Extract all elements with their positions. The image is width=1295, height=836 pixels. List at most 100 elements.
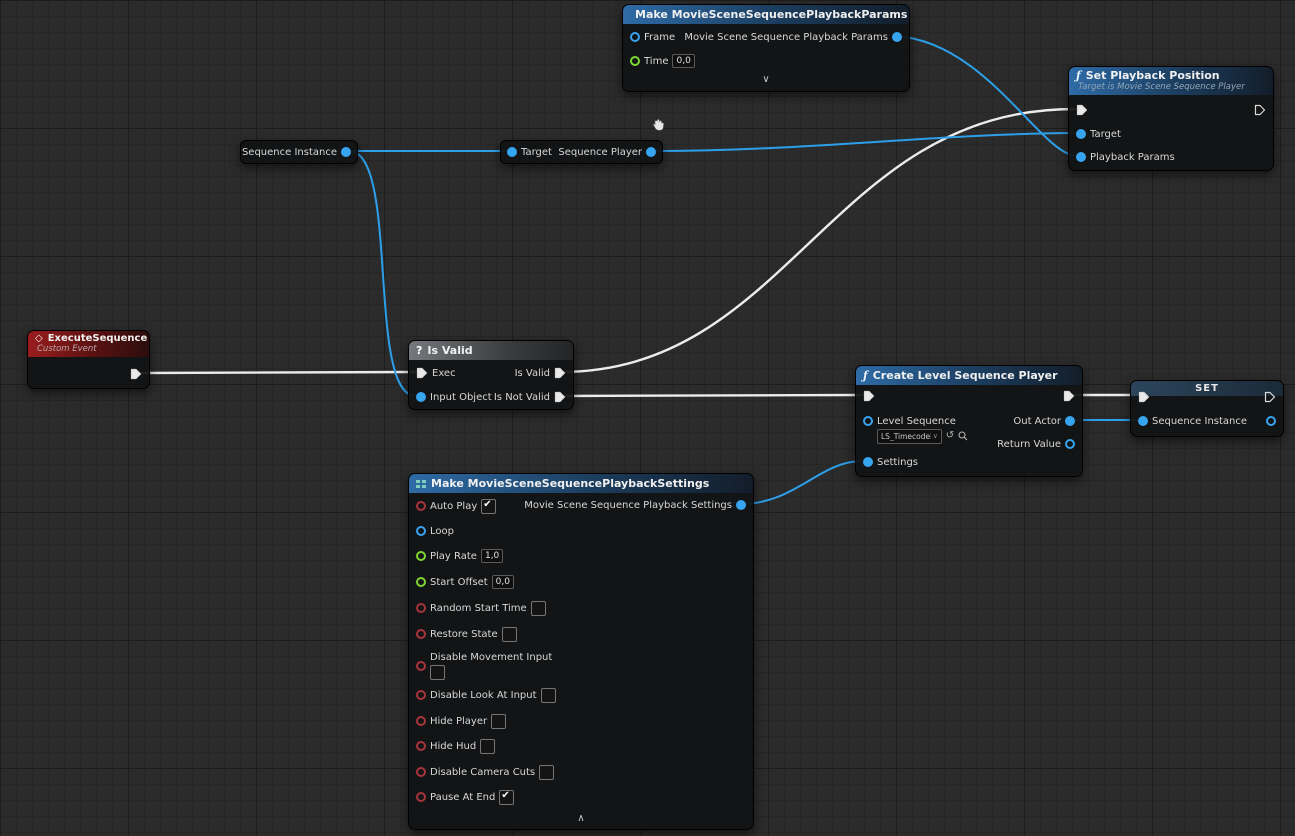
node-set-sequence-instance[interactable]: SET Sequence Instance (1130, 380, 1284, 437)
disable-look-at-input-checkbox[interactable] (541, 688, 556, 703)
browse-asset-icon[interactable] (958, 431, 968, 441)
loop-label: Loop (430, 526, 454, 537)
sequence-instance-label: Sequence Instance (1152, 416, 1247, 427)
asset-name: LS_TimecodePr (881, 432, 931, 441)
start-offset-pin[interactable] (416, 577, 426, 587)
wire-exec-event-to-isvalid[interactable] (139, 372, 416, 373)
node-execute-sequence-event[interactable]: ◇ ExecuteSequence Custom Event (27, 330, 150, 389)
node-get-sequence-instance[interactable]: Sequence Instance (240, 140, 358, 164)
pause-at-end-label: Pause At End (430, 792, 495, 803)
playback-settings-out-pin[interactable] (736, 500, 746, 510)
disable-movement-input-checkbox[interactable] (430, 665, 445, 680)
sequence-instance-in-pin[interactable] (1138, 416, 1148, 426)
disable-look-at-input-pin[interactable] (416, 690, 426, 700)
exec-in-pin[interactable] (1076, 104, 1088, 116)
disable-camera-cuts-pin[interactable] (416, 767, 426, 777)
node-set-playback-position[interactable]: ƒ Set Playback Position Target is Movie … (1068, 66, 1274, 171)
out-actor-pin[interactable] (1065, 416, 1075, 426)
exec-out-pin[interactable] (130, 368, 142, 380)
set-output-pin[interactable] (1266, 416, 1276, 426)
collapse-chevron-icon[interactable]: ∨ (623, 75, 909, 85)
pause-at-end-pin[interactable] (416, 792, 426, 802)
is-not-valid-exec-out-pin[interactable] (554, 391, 566, 403)
wire-seqplayer-to-target[interactable] (651, 133, 1075, 151)
random-start-time-checkbox[interactable] (531, 601, 546, 616)
exec-out-pin[interactable] (1264, 391, 1276, 403)
restore-state-label: Restore State (430, 629, 498, 640)
random-start-time-pin[interactable] (416, 603, 426, 613)
time-pin[interactable] (630, 56, 640, 66)
frame-pin[interactable] (630, 32, 640, 42)
hide-hud-checkbox[interactable] (480, 739, 495, 754)
play-rate-label: Play Rate (430, 551, 477, 562)
variable-label: Sequence Instance (242, 147, 337, 158)
node-get-sequence-player[interactable]: Target Sequence Player (500, 140, 663, 164)
exec-in-pin[interactable] (1138, 391, 1150, 403)
node-make-playback-settings[interactable]: Make MovieSceneSequencePlaybackSettings … (408, 473, 754, 830)
disable-movement-input-pin[interactable] (416, 661, 426, 671)
settings-label: Settings (877, 457, 918, 468)
node-title: ExecuteSequence (48, 333, 148, 344)
dropdown-chevron-icon: ∨ (933, 432, 938, 440)
hide-hud-label: Hide Hud (430, 741, 476, 752)
pause-at-end-checkbox[interactable] (499, 790, 514, 805)
auto-play-pin[interactable] (416, 501, 426, 511)
hide-player-pin[interactable] (416, 716, 426, 726)
playback-params-out-label: Movie Scene Sequence Playback Params (684, 32, 888, 43)
disable-look-at-input-label: Disable Look At Input (430, 690, 537, 701)
is-valid-exec-out-pin[interactable] (554, 367, 566, 379)
return-value-label: Return Value (997, 439, 1061, 450)
playback-params-pin[interactable] (1076, 152, 1086, 162)
exec-in-pin[interactable] (416, 367, 428, 379)
target-pin[interactable] (1076, 129, 1086, 139)
use-selected-asset-icon[interactable]: ↺ (946, 431, 954, 441)
exec-out-pin[interactable] (1063, 390, 1075, 402)
play-rate-input[interactable]: 1,0 (481, 549, 503, 563)
collapse-chevron-icon[interactable]: ∧ (409, 814, 753, 824)
hide-hud-pin[interactable] (416, 741, 426, 751)
node-make-playback-params[interactable]: Make MovieSceneSequencePlaybackParams Fr… (622, 4, 910, 92)
wire-settings-to-create[interactable] (741, 461, 862, 504)
time-value-input[interactable]: 0,0 (672, 54, 694, 68)
node-header: ◇ ExecuteSequence Custom Event (28, 331, 149, 357)
start-offset-input[interactable]: 0,0 (492, 575, 514, 589)
loop-pin[interactable] (416, 526, 426, 536)
node-header: ƒ Create Level Sequence Player (856, 366, 1082, 385)
node-title: Make MovieSceneSequencePlaybackSettings (431, 477, 709, 490)
playback-params-out-pin[interactable] (892, 32, 902, 42)
disable-camera-cuts-checkbox[interactable] (539, 765, 554, 780)
level-sequence-asset-dropdown[interactable]: LS_TimecodePr ∨ (877, 429, 942, 444)
return-value-pin[interactable] (1065, 439, 1075, 449)
exec-out-pin[interactable] (1254, 104, 1266, 116)
target-pin[interactable] (507, 147, 517, 157)
node-subtitle: Custom Event (37, 344, 142, 354)
exec-label: Exec (432, 368, 456, 379)
node-create-level-sequence-player[interactable]: ƒ Create Level Sequence Player Level Seq… (855, 365, 1083, 477)
disable-movement-input-label: Disable Movement Input (430, 652, 552, 663)
exec-in-pin[interactable] (863, 390, 875, 402)
node-is-valid[interactable]: ? Is Valid Exec Is Valid Input Object Is… (408, 340, 574, 410)
random-start-time-label: Random Start Time (430, 603, 527, 614)
target-label: Target (1090, 129, 1121, 140)
wire-exec-isnotvalid-to-createplayer[interactable] (560, 395, 862, 396)
blueprint-canvas[interactable]: Make MovieSceneSequencePlaybackParams Fr… (0, 0, 1295, 836)
settings-pin[interactable] (863, 457, 873, 467)
sequence-instance-out-pin[interactable] (341, 147, 351, 157)
cursor-grab-icon (650, 117, 666, 133)
wire-seqinstance-to-inputobject[interactable] (349, 151, 416, 396)
auto-play-checkbox[interactable] (481, 499, 496, 514)
function-icon: ƒ (1076, 69, 1081, 82)
function-icon: ƒ (863, 369, 868, 382)
node-header: Make MovieSceneSequencePlaybackParams (623, 5, 909, 24)
level-sequence-pin[interactable] (863, 416, 873, 426)
sequence-player-out-pin[interactable] (646, 147, 656, 157)
play-rate-pin[interactable] (416, 551, 426, 561)
is-not-valid-label: Is Not Valid (494, 392, 550, 403)
is-valid-label: Is Valid (515, 368, 550, 379)
hide-player-checkbox[interactable] (491, 714, 506, 729)
restore-state-pin[interactable] (416, 629, 426, 639)
playback-settings-out-label: Movie Scene Sequence Playback Settings (524, 500, 732, 511)
input-object-pin[interactable] (416, 392, 426, 402)
restore-state-checkbox[interactable] (502, 627, 517, 642)
node-title: Is Valid (427, 344, 472, 357)
